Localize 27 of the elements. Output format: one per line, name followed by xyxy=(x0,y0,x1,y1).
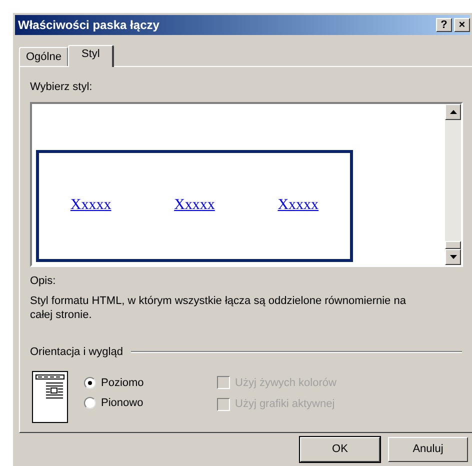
radio-button[interactable] xyxy=(84,376,96,389)
style-preview[interactable]: Xxxxx Xxxxx Xxxxx xyxy=(36,150,353,262)
scrollbar[interactable] xyxy=(445,104,461,264)
tab[interactable]: Styl xyxy=(68,45,114,67)
window-title: Właściwości paska łączy xyxy=(18,17,160,34)
preview-link[interactable]: Xxxxx xyxy=(70,194,112,217)
radio-button[interactable] xyxy=(84,397,96,410)
group-title: Orientacja i wygląd xyxy=(30,345,123,360)
dialog-button[interactable]: OK xyxy=(300,437,380,462)
style-list[interactable]: Xxxxx Xxxxx Xxxxx xyxy=(30,102,463,266)
tab[interactable]: Ogólne xyxy=(19,47,68,66)
description-text: Styl formatu HTML, w którym wszystkie łącza są oddzielone równomiernie na całej stronie. xyxy=(30,294,407,322)
scroll-up-button[interactable] xyxy=(445,104,461,120)
close-button[interactable]: × xyxy=(454,18,470,32)
radio-option[interactable]: Poziomo xyxy=(84,374,217,391)
scroll-thumb[interactable] xyxy=(445,240,461,248)
preview-link[interactable]: Xxxxx xyxy=(174,194,215,217)
description-label: Opis: xyxy=(30,274,57,288)
dialog-button[interactable]: Anuluj xyxy=(388,437,468,462)
preview-link[interactable]: Xxxxx xyxy=(278,194,319,217)
help-button[interactable]: ? xyxy=(436,18,452,32)
list-label: Wybierz styl: xyxy=(30,80,94,95)
radio-option[interactable]: Pionowo xyxy=(84,395,217,412)
scroll-down-button[interactable] xyxy=(445,248,461,264)
down-arrow-icon xyxy=(450,254,456,258)
up-arrow-icon xyxy=(450,110,456,114)
layout-preview-icon xyxy=(32,370,68,422)
